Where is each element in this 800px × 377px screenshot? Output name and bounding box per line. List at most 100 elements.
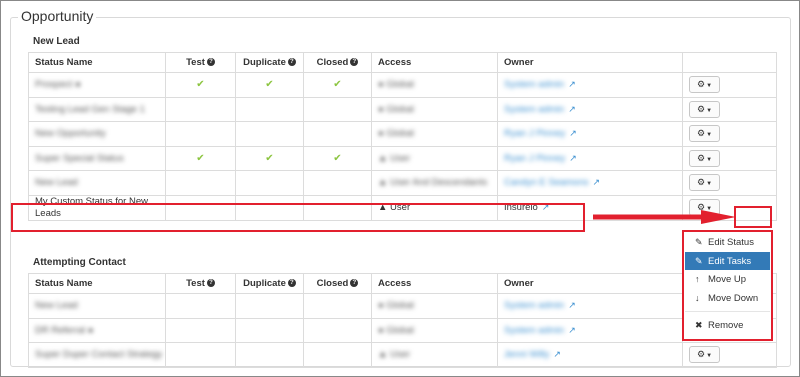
closed-cell xyxy=(303,293,372,319)
owner-link[interactable]: Candyn E Seamons xyxy=(504,177,589,188)
gear-dropdown-button[interactable]: ⚙▼ xyxy=(689,346,720,364)
status-name: Prospect xyxy=(35,79,73,91)
caret-down-icon: ▼ xyxy=(706,107,713,114)
access-cell: ▲ User xyxy=(371,342,498,368)
status-name: DR Referral xyxy=(35,324,86,336)
access-value: Global xyxy=(386,324,414,336)
duplicate-cell xyxy=(235,293,304,319)
user-icon: ▲ xyxy=(378,152,391,164)
user-icon: ▲ xyxy=(378,177,391,189)
duplicate-cell xyxy=(235,121,304,147)
status-name-cell: Super Special Status xyxy=(28,145,166,171)
menu-item-edit-status[interactable]: ✎ Edit Status xyxy=(685,233,770,252)
help-icon[interactable]: ? xyxy=(287,58,296,67)
menu-item-remove[interactable]: ✖ Remove xyxy=(685,316,770,335)
status-table-new-lead: Status Name Test? Duplicate? Closed? Access O… xyxy=(28,52,777,221)
column-header-status-name: Status Name xyxy=(28,273,166,294)
external-link-icon[interactable]: ↗ xyxy=(568,104,576,114)
gear-dropdown-button[interactable]: ⚙▼ xyxy=(689,174,720,192)
menu-item-move-down[interactable]: ↓ Move Down xyxy=(685,289,770,308)
check-icon: ✔ xyxy=(196,79,205,91)
duplicate-cell: ✔ xyxy=(235,72,304,98)
closed-cell xyxy=(303,121,372,147)
gear-button-highlight xyxy=(734,206,772,228)
closed-cell xyxy=(303,342,372,368)
test-cell xyxy=(165,342,236,368)
status-name: New Lead xyxy=(35,177,78,189)
column-header-status-name-label: Status Name xyxy=(35,278,93,289)
test-cell xyxy=(165,121,236,147)
external-link-icon[interactable]: ↗ xyxy=(593,177,601,187)
check-icon: ✔ xyxy=(265,152,274,164)
help-icon[interactable]: ? xyxy=(350,58,359,67)
test-cell xyxy=(165,170,236,196)
owner-link[interactable]: Ryan J Pinney xyxy=(504,153,565,164)
table-row: New Lead ● Global System admin ↗ xyxy=(28,293,777,319)
owner-cell: Ryan J Pinney ↗ xyxy=(497,121,683,147)
column-header-test-label: Test xyxy=(186,57,205,68)
user-icon: ▲ xyxy=(378,349,391,361)
access-cell: ▲ User And Descendants xyxy=(371,170,498,196)
column-header-access-label: Access xyxy=(378,57,412,68)
status-name-cell: Prospect ● xyxy=(28,72,166,98)
gear-dropdown-button[interactable]: ⚙▼ xyxy=(689,149,720,167)
external-link-icon[interactable]: ↗ xyxy=(568,300,576,310)
column-header-access-label: Access xyxy=(378,278,412,289)
caret-down-icon: ▼ xyxy=(706,181,713,188)
access-cell: ● Global xyxy=(371,96,498,122)
column-header-access: Access xyxy=(371,273,498,294)
column-header-duplicate-label: Duplicate xyxy=(243,278,286,289)
owner-link[interactable]: Jenni Willy xyxy=(504,349,549,360)
help-icon[interactable]: ? xyxy=(287,279,296,288)
column-header-owner: Owner xyxy=(497,273,683,294)
owner-cell: System admin ↗ xyxy=(497,96,683,122)
info-icon: ● xyxy=(85,324,94,336)
access-value: User xyxy=(390,349,411,361)
screenshot-frame: Opportunity New Lead Status Name Test? Dup… xyxy=(0,0,800,377)
owner-link[interactable]: Ryan J Pinney xyxy=(504,128,565,139)
help-icon[interactable]: ? xyxy=(206,58,215,67)
gear-dropdown-button[interactable]: ⚙▼ xyxy=(689,76,720,94)
actions-dropdown-menu: ✎ Edit Status ✎ Edit Tasks ↑ Move Up ↓ Move Dow… xyxy=(685,233,770,335)
closed-cell: ✔ xyxy=(303,72,372,98)
help-icon[interactable]: ? xyxy=(350,279,359,288)
test-cell xyxy=(165,317,236,343)
status-name-cell: Super Duper Contact Strategy xyxy=(28,342,166,368)
external-link-icon[interactable]: ↗ xyxy=(569,153,577,163)
external-link-icon[interactable]: ↗ xyxy=(568,79,576,89)
duplicate-cell xyxy=(235,170,304,196)
check-icon: ✔ xyxy=(333,152,342,164)
owner-cell: Ryan J Pinney ↗ xyxy=(497,145,683,171)
status-name-cell: Testing Lead Gen Stage 1 xyxy=(28,96,166,122)
table-row: New Lead ▲ User And Descendants Candyn E S… xyxy=(28,170,777,196)
column-header-closed-label: Closed xyxy=(316,57,349,68)
owner-link[interactable]: System admin xyxy=(504,104,564,115)
menu-item-label: Edit Tasks xyxy=(708,255,752,267)
gear-icon: ⚙ xyxy=(696,128,706,139)
menu-item-label: Move Up xyxy=(708,274,747,285)
help-icon[interactable]: ? xyxy=(206,279,215,288)
gear-dropdown-button[interactable]: ⚙▼ xyxy=(689,100,720,118)
test-cell xyxy=(165,293,236,319)
menu-item-move-up[interactable]: ↑ Move Up xyxy=(685,270,770,289)
menu-item-edit-tasks[interactable]: ✎ Edit Tasks xyxy=(685,251,770,270)
menu-item-label: Remove xyxy=(708,320,744,331)
highlight-row-outline xyxy=(11,203,585,232)
actions-cell: ⚙▼ xyxy=(682,96,777,122)
menu-divider xyxy=(685,311,770,312)
external-link-icon[interactable]: ↗ xyxy=(569,128,577,138)
external-link-icon[interactable]: ↗ xyxy=(553,349,561,359)
access-cell: ▲ User xyxy=(371,145,498,171)
closed-cell xyxy=(303,96,372,122)
gear-dropdown-button[interactable]: ⚙▼ xyxy=(689,125,720,143)
owner-link[interactable]: System admin xyxy=(504,79,564,90)
column-header-duplicate: Duplicate? xyxy=(235,52,304,73)
owner-link[interactable]: System admin xyxy=(504,325,564,336)
column-header-test-label: Test xyxy=(186,278,205,289)
trash-icon: ✖ xyxy=(695,320,703,330)
test-cell: ✔ xyxy=(165,72,236,98)
duplicate-cell: ✔ xyxy=(235,145,304,171)
check-icon: ✔ xyxy=(196,152,205,164)
external-link-icon[interactable]: ↗ xyxy=(568,325,576,335)
owner-link[interactable]: System admin xyxy=(504,300,564,311)
